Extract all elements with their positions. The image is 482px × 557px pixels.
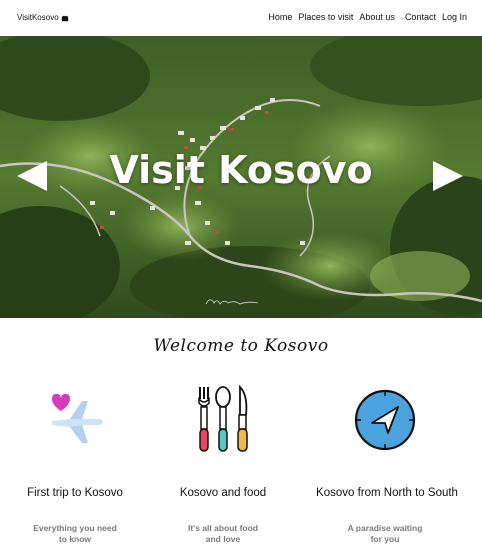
nav-home[interactable]: Home — [268, 12, 292, 22]
photo-signature — [205, 299, 259, 305]
nav-login[interactable]: Log In — [442, 12, 467, 22]
logo-text: VisitKosovo — [17, 13, 59, 22]
card-north-south[interactable]: Kosovo from North to South A paradise wa… — [310, 385, 460, 555]
card-description: It's all about food and love — [187, 523, 259, 544]
cutlery-icon — [198, 385, 248, 452]
card-description: Everything you need to know — [33, 523, 117, 544]
hero-title: Visit Kosovo — [109, 148, 373, 192]
main-nav: Home Places to visit About us Contact Lo… — [262, 12, 467, 22]
compass-icon — [354, 389, 416, 451]
logo-icon — [61, 15, 68, 21]
nav-contact[interactable]: Contact — [405, 12, 436, 22]
nav-about[interactable]: About us — [359, 12, 395, 22]
card-first-trip[interactable]: First trip to Kosovo Everything you need… — [0, 385, 150, 555]
airplane-heart-icon — [52, 393, 103, 443]
card-food[interactable]: Kosovo and food It's all about food and … — [148, 385, 298, 555]
right-arrow-icon[interactable] — [431, 159, 465, 193]
card-title: Kosovo and food — [179, 487, 267, 499]
card-title: First trip to Kosovo — [27, 487, 123, 499]
nav-places[interactable]: Places to visit — [298, 12, 353, 22]
card-description: A paradise waiting for you — [347, 523, 423, 544]
logo[interactable]: VisitKosovo — [17, 13, 69, 22]
left-arrow-icon[interactable] — [15, 159, 49, 193]
navbar: VisitKosovo Home Places to visit About u… — [0, 0, 482, 36]
hero-slider: Visit Kosovo — [0, 36, 482, 318]
card-title: Kosovo from North to South — [316, 487, 458, 499]
welcome-heading: Welcome to Kosovo — [153, 336, 329, 356]
